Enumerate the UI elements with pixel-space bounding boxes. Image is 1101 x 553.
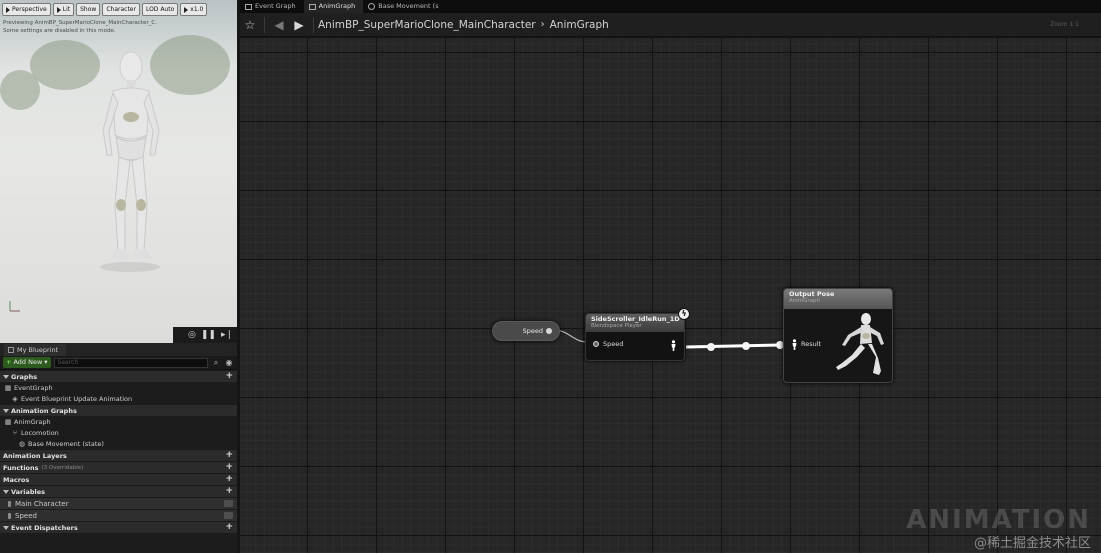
graph-icon: ▦ — [4, 417, 12, 426]
dropdown-arrow-icon — [56, 6, 61, 13]
search-icon[interactable]: ⌕ — [211, 358, 221, 368]
reroute-point[interactable] — [742, 342, 750, 350]
collapse-arrow-icon — [3, 489, 9, 494]
blueprint-icon — [8, 347, 14, 353]
section-macros[interactable]: Macros + — [0, 473, 237, 485]
playback-speed-button[interactable]: x1.0 — [180, 3, 208, 16]
playback-controls: ◎ ❚❚ ▸❘ — [173, 327, 237, 343]
section-variables[interactable]: Variables + — [0, 485, 237, 497]
state-machine-icon: ⑂ — [12, 428, 18, 437]
section-functions[interactable]: Functions (3 Overridable) + — [0, 461, 237, 473]
back-arrow-icon[interactable]: ◀ — [269, 13, 289, 37]
state-icon: ◍ — [18, 439, 26, 448]
add-variable-button[interactable]: + — [225, 487, 233, 496]
document-tab-bar: Event Graph AnimGraph Base Movement (s — [240, 0, 1101, 13]
tab-base-movement[interactable]: Base Movement (s — [363, 0, 446, 13]
add-macro-button[interactable]: + — [225, 475, 233, 484]
variable-speed[interactable]: Speed — [0, 509, 237, 521]
play-icon — [184, 6, 189, 13]
watermark-subtext: @稀土掘金技术社区 — [973, 536, 1091, 551]
divider — [264, 16, 265, 33]
collapse-arrow-icon — [3, 408, 9, 413]
next-frame-icon[interactable]: ▸❘ — [221, 330, 233, 340]
record-icon[interactable]: ◎ — [188, 330, 196, 340]
show-button[interactable]: Show — [76, 3, 101, 16]
graph-icon: ▦ — [4, 383, 12, 392]
add-function-button[interactable]: + — [225, 463, 233, 472]
anim-graph-item[interactable]: ▦ AnimGraph — [0, 416, 237, 427]
mannequin-preview — [100, 51, 160, 272]
eye-icon[interactable]: ◉ — [224, 358, 234, 368]
node-header: SideScroller_IdleRun_1D Blendspace Playe… — [586, 314, 684, 332]
character-button[interactable]: Character — [102, 3, 140, 16]
graph-item-eventgraph[interactable]: ▦ EventGraph — [0, 382, 237, 393]
axis-gizmo-icon — [9, 301, 20, 312]
variable-type-icon — [8, 512, 11, 519]
wires — [552, 329, 784, 351]
visibility-eye-icon[interactable] — [224, 512, 233, 519]
section-graphs[interactable]: Graphs + — [0, 370, 237, 382]
add-dispatcher-button[interactable]: + — [225, 523, 233, 532]
breadcrumb-root[interactable]: AnimBP_SuperMarioClone_MainCharacter — [318, 19, 536, 31]
forward-arrow-icon[interactable]: ▶ — [289, 13, 309, 37]
collapse-arrow-icon — [3, 374, 9, 379]
variable-main-character[interactable]: Main Character — [0, 497, 237, 509]
graph-icon — [245, 3, 252, 10]
watermark-text: ANIMATION — [906, 505, 1091, 535]
pose-output-pin-icon[interactable] — [670, 340, 677, 351]
variable-type-icon — [8, 500, 11, 507]
add-layer-button[interactable]: + — [225, 451, 233, 460]
event-icon: ◈ — [12, 394, 18, 403]
anim-graph-canvas[interactable]: Speed SideScroller_IdleRun_1D Blendspace… — [240, 38, 1101, 553]
panel-tab-row: My Blueprint — [0, 343, 237, 356]
running-mannequin-icon — [836, 313, 884, 375]
state-icon — [368, 3, 376, 10]
graph-icon — [308, 3, 316, 10]
add-new-button[interactable]: + Add New ▾ — [3, 357, 51, 368]
output-pin[interactable] — [546, 328, 552, 334]
breadcrumb-current[interactable]: AnimGraph — [550, 19, 609, 31]
pause-icon[interactable]: ❚❚ — [201, 330, 216, 340]
plus-icon: + — [6, 358, 12, 366]
section-event-dispatchers[interactable]: Event Dispatchers + — [0, 521, 237, 533]
add-graph-button[interactable]: + — [225, 372, 233, 381]
viewport-toolbar: Perspective Lit Show Character LOD Auto … — [2, 3, 208, 16]
preview-viewport[interactable]: Perspective Lit Show Character LOD Auto … — [0, 0, 237, 343]
star-icon[interactable]: ☆ — [240, 13, 260, 37]
graph-item-event-update[interactable]: ◈ Event Blueprint Update Animation — [0, 393, 237, 404]
perspective-button[interactable]: Perspective — [2, 3, 51, 16]
chevron-down-icon: ▾ — [44, 358, 48, 366]
node-header: Output Pose AnimGraph — [784, 289, 892, 309]
dropdown-arrow-icon — [6, 6, 10, 13]
section-animation-layers[interactable]: Animation Layers + — [0, 449, 237, 461]
chevron-right-icon: › — [540, 19, 545, 30]
section-animation-graphs[interactable]: Animation Graphs — [0, 404, 237, 416]
locomotion-item[interactable]: ⑂ Locomotion — [0, 427, 237, 438]
tab-my-blueprint[interactable]: My Blueprint — [4, 344, 67, 356]
fast-path-icon: ϟ — [678, 308, 690, 320]
viewport-message: Previewing AnimBP_SuperMarioClone_MainCh… — [3, 20, 157, 34]
lit-button[interactable]: Lit — [52, 3, 75, 16]
panel-toolbar: + Add New ▾ Search ⌕ ◉ — [0, 356, 237, 370]
blendspace-player-node[interactable]: SideScroller_IdleRun_1D Blendspace Playe… — [585, 313, 685, 361]
search-input[interactable]: Search — [53, 357, 208, 368]
breadcrumb: ☆ ◀ ▶ AnimBP_SuperMarioClone_MainCharact… — [240, 13, 1101, 37]
pose-input-pin-icon[interactable] — [791, 339, 798, 350]
tab-anim-graph[interactable]: AnimGraph — [303, 0, 364, 13]
speed-input-pin[interactable] — [593, 341, 599, 347]
my-blueprint-panel: My Blueprint + Add New ▾ Search ⌕ ◉ Grap… — [0, 343, 237, 553]
output-pose-node[interactable]: Output Pose AnimGraph Result — [783, 288, 893, 383]
visibility-eye-icon[interactable] — [224, 500, 233, 507]
speed-getter-node[interactable]: Speed — [492, 321, 560, 341]
divider — [313, 16, 314, 33]
zoom-level: Zoom 1:1 — [1050, 21, 1079, 28]
collapse-arrow-icon — [3, 525, 9, 530]
lod-button[interactable]: LOD Auto — [141, 3, 179, 16]
reroute-point[interactable] — [707, 343, 715, 351]
tab-event-graph[interactable]: Event Graph — [240, 0, 304, 13]
base-movement-item[interactable]: ◍ Base Movement (state) — [0, 438, 237, 449]
